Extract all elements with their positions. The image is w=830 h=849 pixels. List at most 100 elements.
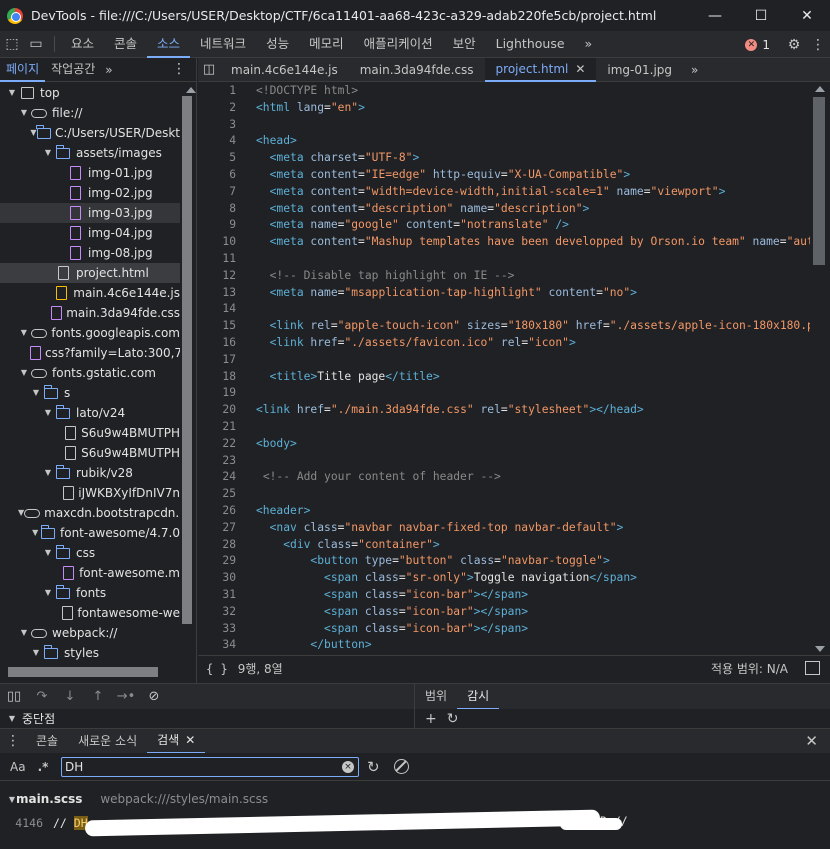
minimize-button[interactable]: — — [692, 0, 738, 31]
scroll-thumb[interactable] — [813, 97, 825, 265]
cancel-search-icon[interactable] — [394, 759, 409, 774]
drawer-tab-search[interactable]: 검색 ✕ — [147, 729, 206, 754]
code-line[interactable]: 14 — [198, 301, 810, 318]
code-line[interactable]: 11 — [198, 251, 810, 268]
pause-icon[interactable]: ▯▯ — [0, 689, 28, 704]
tree-item[interactable]: ▼ fonts — [0, 583, 180, 603]
tree-item[interactable]: ▼ fonts.googleapis.com — [0, 323, 180, 343]
code-line[interactable]: 23 — [198, 453, 810, 470]
line-number[interactable]: 20 — [198, 402, 236, 419]
pretty-print-icon[interactable]: { } — [206, 662, 228, 676]
tree-item[interactable]: ▼ lato/v24 — [0, 403, 180, 423]
code-line[interactable]: 29 <button type="button" class="navbar-t… — [198, 553, 810, 570]
device-toolbar-icon[interactable]: ▭ — [24, 31, 48, 58]
line-number[interactable]: 34 — [198, 637, 236, 654]
line-number[interactable]: 25 — [198, 486, 236, 503]
editor-tab-css[interactable]: main.3da94fde.css — [349, 58, 485, 82]
code-line[interactable]: 12 <!-- Disable tap highlight on IE --> — [198, 268, 810, 285]
tree-item[interactable]: ▼ C:/Users/USER/Deskt — [0, 123, 180, 143]
tree-toggle-icon[interactable]: ▼ — [42, 583, 54, 603]
code-line[interactable]: 24 <!-- Add your content of header --> — [198, 469, 810, 486]
error-count-badge[interactable]: ✕ 1 — [745, 38, 770, 52]
navigator-vertical-scrollbar[interactable] — [181, 84, 196, 649]
code-line[interactable]: 10 <meta content="Mashup templates have … — [198, 234, 810, 251]
tree-toggle-icon[interactable]: ▼ — [30, 523, 40, 543]
step-icon[interactable]: →• — [112, 689, 140, 704]
tree-toggle-icon[interactable]: ▼ — [18, 103, 30, 123]
tree-toggle-icon[interactable]: ▼ — [30, 643, 42, 663]
line-number[interactable]: 16 — [198, 335, 236, 352]
code-line[interactable]: 3 — [198, 117, 810, 134]
result-line[interactable]: 4146 // DH R // — [0, 809, 830, 837]
line-number[interactable]: 31 — [198, 587, 236, 604]
tree-item[interactable]: ▼ top — [0, 83, 180, 103]
tree-item[interactable]: ▼ maxcdn.bootstrapcdn.c — [0, 503, 180, 523]
code-line[interactable]: 32 <span class="icon-bar"></span> — [198, 604, 810, 621]
tab-page[interactable]: 페이지 — [0, 58, 46, 82]
tree-toggle-icon[interactable]: ▼ — [42, 143, 54, 163]
refresh-search-icon[interactable]: ↻ — [367, 758, 380, 776]
editor-tab-project-html[interactable]: project.html ✕ — [484, 57, 597, 82]
tab-network[interactable]: 네트워크 — [190, 31, 256, 58]
code-line[interactable]: 6 <meta content="IE=edge" http-equiv="X-… — [198, 167, 810, 184]
code-line[interactable]: 18 <title>Title page</title> — [198, 369, 810, 386]
line-number[interactable]: 28 — [198, 537, 236, 554]
breakpoints-section-header[interactable]: ▼ 중단점 — [0, 709, 414, 728]
line-number[interactable]: 18 — [198, 369, 236, 386]
tree-toggle-icon[interactable]: ▼ — [42, 403, 54, 423]
customize-menu-icon[interactable]: ⋮ — [806, 31, 830, 58]
close-drawer-icon[interactable]: ✕ — [805, 732, 818, 750]
tree-item[interactable]: ▼ fonts.gstatic.com — [0, 363, 180, 383]
code-line[interactable]: 21 — [198, 419, 810, 436]
code-editor[interactable]: 1 <!DOCTYPE html> 2 <html lang="en"> 3 4 <head… — [198, 83, 810, 655]
line-number[interactable]: 29 — [198, 553, 236, 570]
code-line[interactable]: 30 <span class="sr-only">Toggle navigati… — [198, 570, 810, 587]
code-line[interactable]: 5 <meta charset="UTF-8"> — [198, 150, 810, 167]
line-number[interactable]: 21 — [198, 419, 236, 436]
tab-lighthouse[interactable]: Lighthouse — [486, 31, 575, 58]
code-line[interactable]: 28 <div class="container"> — [198, 537, 810, 554]
drawer-tab-whats-new[interactable]: 새로운 소식 — [68, 729, 147, 754]
code-line[interactable]: 15 <link rel="apple-touch-icon" sizes="1… — [198, 318, 810, 335]
tab-performance[interactable]: 성능 — [256, 31, 299, 58]
tree-item[interactable]: ▼ font-awesome/4.7.0 — [0, 523, 180, 543]
drawer-menu-icon[interactable]: ⋮ — [0, 733, 26, 749]
tree-toggle-icon[interactable]: ▼ — [30, 383, 42, 403]
add-watch-icon[interactable]: + — [425, 711, 437, 727]
tree-item[interactable]: ▼ s — [0, 383, 180, 403]
tree-item[interactable]: ▼ webpack:// — [0, 623, 180, 643]
navigator-more-tabs-button[interactable]: » — [101, 63, 116, 77]
code-line[interactable]: 25 — [198, 486, 810, 503]
tab-workspace[interactable]: 작업공간 — [45, 58, 101, 82]
line-number[interactable]: 15 — [198, 318, 236, 335]
scroll-up-arrow-icon[interactable] — [815, 86, 825, 92]
editor-tab-img[interactable]: img-01.jpg — [596, 58, 683, 82]
line-number[interactable]: 14 — [198, 301, 236, 318]
tree-toggle-icon[interactable]: ▼ — [18, 363, 30, 383]
tree-item[interactable]: img-01.jpg — [0, 163, 180, 183]
regex-toggle[interactable]: .* — [38, 760, 49, 774]
code-line[interactable]: 13 <meta name = "msapplication-tap-highlig… — [198, 285, 810, 302]
close-window-button[interactable]: ✕ — [784, 0, 830, 31]
scroll-up-arrow-icon[interactable] — [186, 87, 196, 93]
line-number[interactable]: 3 — [198, 117, 236, 134]
line-number[interactable]: 8 — [198, 201, 236, 218]
tree-item[interactable]: img-08.jpg — [0, 243, 180, 263]
code-line[interactable]: 33 <span class="icon-bar"></span> — [198, 621, 810, 638]
tree-item[interactable]: ▼ rubik/v28 — [0, 463, 180, 483]
code-line[interactable]: 16 <link href="./assets/favicon.ico" rel… — [198, 335, 810, 352]
line-number[interactable]: 33 — [198, 621, 236, 638]
refresh-watch-icon[interactable]: ↻ — [447, 711, 459, 727]
line-number[interactable]: 30 — [198, 570, 236, 587]
tab-security[interactable]: 보안 — [443, 31, 486, 58]
tree-item[interactable]: main.3da94fde.css — [0, 303, 180, 323]
navigator-menu-icon[interactable]: ⋮ — [172, 61, 186, 77]
result-file-header[interactable]: ▼ main.scss webpack:///styles/main.scss — [0, 790, 830, 808]
tree-toggle-icon[interactable]: ▼ — [42, 543, 54, 563]
editor-tab-js[interactable]: main.4c6e144e.js — [220, 58, 349, 82]
tab-sources[interactable]: 소스 — [147, 31, 191, 58]
line-number[interactable]: 13 — [198, 285, 236, 302]
tab-watch[interactable]: 감시 — [457, 684, 500, 710]
tree-item[interactable]: ▼ assets/images — [0, 143, 180, 163]
code-line[interactable]: 19 — [198, 385, 810, 402]
